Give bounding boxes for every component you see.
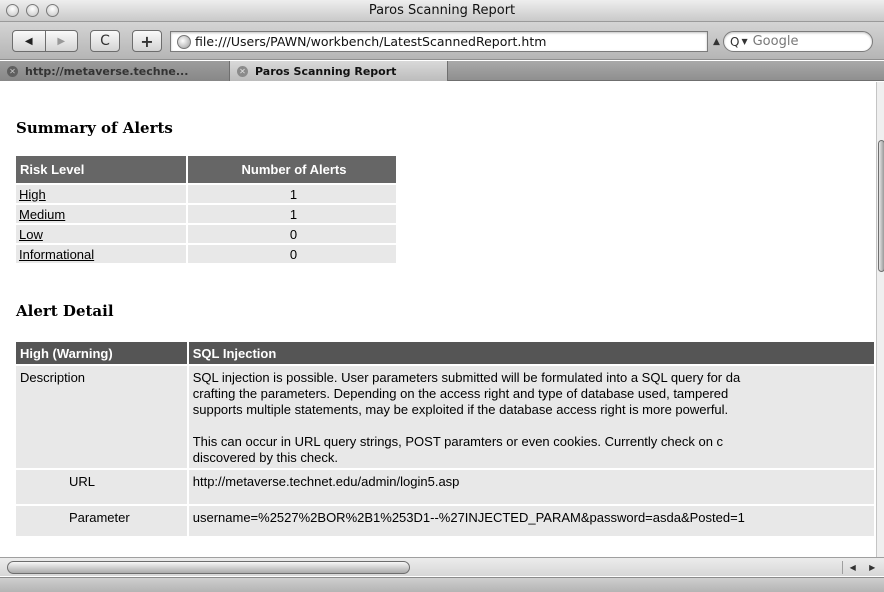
back-button[interactable]: ◀ [13, 31, 46, 51]
table-row: Low 0 [16, 225, 396, 243]
address-history-dropdown-icon[interactable]: ▲ [713, 37, 720, 47]
description-line: SQL injection is possible. User paramete… [192, 370, 741, 385]
address-text[interactable]: file:///Users/PAWN/workbench/LatestScann… [195, 34, 546, 49]
search-placeholder: Google [752, 34, 799, 49]
tab-close-icon[interactable]: ✕ [7, 65, 18, 77]
parameter-label: Parameter [16, 506, 187, 536]
forward-arrow-icon: ▶ [57, 35, 66, 47]
horizontal-scrollbar[interactable]: ◀ ▶ [0, 557, 884, 576]
description-paragraph: SQL injection is possible. User paramete… [193, 370, 870, 418]
horizontal-scroll-thumb[interactable] [7, 561, 410, 574]
alert-risk-header: High (Warning) [16, 342, 187, 364]
tab-close-icon[interactable]: ✕ [237, 65, 248, 77]
reload-icon: C [100, 33, 110, 49]
risk-level-link-informational[interactable]: Informational [19, 247, 94, 262]
vertical-scroll-thumb[interactable] [878, 140, 884, 272]
alerts-summary-table: Risk Level Number of Alerts High 1 Mediu… [14, 154, 398, 265]
alert-count-cell: 1 [188, 185, 396, 203]
column-header-risk-level: Risk Level [16, 156, 186, 183]
table-row: URL http://metaverse.technet.edu/admin/l… [16, 470, 874, 504]
scroll-left-icon[interactable]: ◀ [843, 561, 863, 574]
alert-name-header: SQL Injection [188, 342, 874, 364]
table-row: Informational 0 [16, 245, 396, 263]
risk-level-cell: Medium [16, 205, 186, 223]
address-bar[interactable]: file:///Users/PAWN/workbench/LatestScann… [170, 31, 708, 52]
risk-level-cell: Informational [16, 245, 186, 263]
url-label: URL [16, 470, 187, 504]
back-arrow-icon: ◀ [24, 35, 33, 47]
alert-count-cell: 1 [188, 205, 396, 223]
description-line: This can occur in URL query strings, POS… [192, 434, 724, 449]
risk-level-link-low[interactable]: Low [19, 227, 43, 242]
risk-level-link-medium[interactable]: Medium [19, 207, 65, 222]
alert-count-cell: 0 [188, 245, 396, 263]
description-label: Description [16, 366, 187, 468]
summary-heading: Summary of Alerts [16, 119, 173, 137]
plus-icon: + [140, 31, 154, 51]
vertical-scrollbar[interactable] [876, 82, 884, 557]
risk-level-cell: Low [16, 225, 186, 243]
search-icon[interactable]: Q [730, 35, 739, 49]
description-line: discovered by this check. [192, 450, 338, 465]
table-row: Parameter username=%2527%2BOR%2B1%253D1-… [16, 506, 874, 536]
reload-button[interactable]: C [90, 30, 120, 52]
status-bar [0, 577, 884, 592]
tab-paros-report[interactable]: ✕ Paros Scanning Report [230, 61, 448, 81]
tab-label: Paros Scanning Report [255, 64, 397, 78]
page-viewport: Summary of Alerts Risk Level Number of A… [0, 82, 876, 557]
horizontal-scroll-arrows: ◀ ▶ [842, 561, 882, 574]
scroll-right-icon[interactable]: ▶ [863, 561, 883, 574]
column-header-number-of-alerts: Number of Alerts [188, 156, 396, 183]
table-row: Description SQL injection is possible. U… [16, 366, 874, 468]
tab-metaverse[interactable]: ✕ http://metaverse.techne... [0, 61, 230, 81]
parameter-value: username=%2527%2BOR%2B1%253D1--%27INJECT… [188, 506, 874, 536]
description-line: supports multiple statements, may be exp… [192, 402, 729, 417]
window-title: Paros Scanning Report [368, 3, 516, 18]
table-header-row: Risk Level Number of Alerts [16, 156, 396, 183]
alert-detail-heading: Alert Detail [16, 302, 114, 320]
alert-detail-table: High (Warning) SQL Injection Description… [14, 340, 876, 538]
risk-level-link-high[interactable]: High [19, 187, 46, 202]
tab-bar: ✕ http://metaverse.techne... ✕ Paros Sca… [0, 61, 884, 81]
search-field[interactable]: Q ▼ Google [723, 31, 873, 52]
search-engine-dropdown-icon[interactable]: ▼ [741, 37, 747, 46]
forward-button[interactable]: ▶ [46, 31, 78, 51]
description-line: crafting the parameters. Depending on th… [192, 386, 729, 401]
tab-label: http://metaverse.techne... [25, 64, 189, 78]
window-titlebar: Paros Scanning Report [0, 0, 884, 22]
table-row: Medium 1 [16, 205, 396, 223]
table-row: High 1 [16, 185, 396, 203]
add-bookmark-button[interactable]: + [132, 30, 162, 52]
file-page-icon [177, 34, 191, 49]
description-cell: SQL injection is possible. User paramete… [188, 366, 874, 468]
url-value: http://metaverse.technet.edu/admin/login… [188, 470, 874, 504]
alert-count-cell: 0 [188, 225, 396, 243]
navigation-button-group: ◀ ▶ [12, 30, 78, 52]
table-header-row: High (Warning) SQL Injection [16, 342, 874, 364]
risk-level-cell: High [16, 185, 186, 203]
browser-toolbar: ◀ ▶ C + file:///Users/PAWN/workbench/Lat… [0, 22, 884, 60]
description-paragraph: This can occur in URL query strings, POS… [193, 434, 870, 466]
